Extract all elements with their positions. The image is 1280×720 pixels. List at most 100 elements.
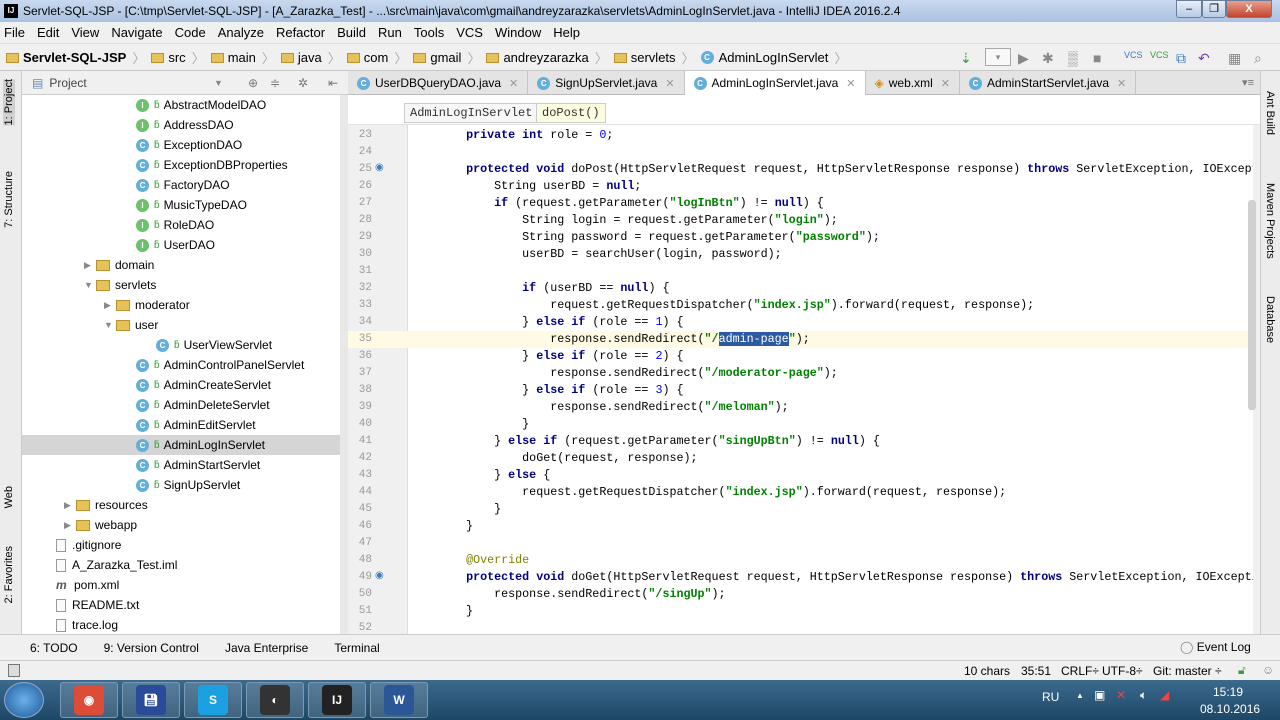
search-icon[interactable]: ⌕ <box>1254 50 1262 67</box>
breadcrumb-com[interactable]: com 〉 <box>346 48 407 67</box>
menu-run[interactable]: Run <box>378 25 402 40</box>
vcs-history-icon[interactable]: ⧉ <box>1176 50 1186 67</box>
stop-icon[interactable]: ■ <box>1093 50 1101 66</box>
code-line[interactable] <box>408 144 1253 161</box>
tree-item[interactable]: trace.log <box>22 615 118 634</box>
breadcrumb-src[interactable]: src 〉 <box>151 48 205 67</box>
menu-navigate[interactable]: Navigate <box>111 25 162 40</box>
project-panel-title[interactable]: Project <box>49 76 86 90</box>
hide-panel-icon[interactable]: ⇤ <box>328 76 338 90</box>
toolwindow-terminal[interactable]: Terminal <box>334 641 379 655</box>
code-line[interactable] <box>408 535 1253 552</box>
code-line[interactable]: } else if (role == 3) { <box>408 382 1253 399</box>
tab-database[interactable]: Database <box>1264 296 1276 343</box>
tab-project[interactable]: 1: Project <box>3 79 15 126</box>
tree-item[interactable]: .gitignore <box>22 535 121 555</box>
code-line[interactable]: protected void doGet(HttpServletRequest … <box>408 569 1253 586</box>
tree-item[interactable]: Iƃ AbstractModelDAO <box>22 95 266 115</box>
tab-ant-build[interactable]: Ant Build <box>1264 91 1276 135</box>
tab-signupservlet-java[interactable]: C SignUpServlet.java ✕ <box>528 71 685 95</box>
tray-volume-icon[interactable]: 🔈︎ <box>1140 688 1147 703</box>
tab-userdbquerydao-java[interactable]: C UserDBQueryDAO.java ✕ <box>348 71 529 95</box>
collapse-icon[interactable]: ≑ <box>270 76 280 90</box>
code-line[interactable]: String password = request.getParameter("… <box>408 229 1253 246</box>
maximize-button[interactable]: ❐ <box>1202 0 1226 18</box>
tab-structure[interactable]: 7: Structure <box>3 171 15 228</box>
taskbar-app-chrome[interactable]: ◉ <box>60 682 118 718</box>
breadcrumb-class[interactable]: AdminLogInServlet <box>404 103 539 123</box>
tray-device-icon[interactable]: ▣ <box>1094 688 1105 702</box>
tree-item[interactable]: ▶ domain <box>22 255 154 275</box>
code-line[interactable]: } else if (role == 2) { <box>408 348 1253 365</box>
close-button[interactable]: X <box>1226 0 1272 18</box>
close-tab-icon[interactable]: ✕ <box>665 77 674 90</box>
code-line[interactable] <box>408 263 1253 280</box>
code-line[interactable]: } <box>408 518 1253 535</box>
code-line[interactable]: } <box>408 501 1253 518</box>
breadcrumb-adminloginservlet[interactable]: C AdminLogInServlet 〉 <box>700 48 847 67</box>
breadcrumb-servlet-sql-jsp[interactable]: Servlet-SQL-JSP 〉 <box>6 48 145 67</box>
menu-vcs[interactable]: VCS <box>456 25 483 40</box>
tree-item[interactable]: Cƃ FactoryDAO <box>22 175 230 195</box>
tab-adminloginservlet-java[interactable]: C AdminLogInServlet.java ✕ <box>684 71 866 95</box>
menu-build[interactable]: Build <box>337 25 366 40</box>
collapse-arrow-icon[interactable]: ▼ <box>84 280 96 290</box>
tree-item[interactable]: Cƃ UserViewServlet <box>22 335 272 355</box>
tray-signal-icon[interactable]: ◢ <box>1160 688 1169 702</box>
inspector-icon[interactable]: ☺ <box>1262 663 1274 677</box>
run-config-dropdown[interactable]: ▾ <box>985 48 1011 66</box>
menu-refactor[interactable]: Refactor <box>276 25 325 40</box>
code-line[interactable]: response.sendRedirect("/meloman"); <box>408 399 1253 416</box>
tree-item[interactable]: Cƃ SignUpServlet <box>22 475 240 495</box>
code-line[interactable]: @Override <box>408 552 1253 569</box>
tree-item[interactable]: Iƃ UserDAO <box>22 235 215 255</box>
expand-arrow-icon[interactable]: ▶ <box>84 260 96 271</box>
tree-item[interactable]: Cƃ AdminLogInServlet <box>22 435 340 455</box>
close-tab-icon[interactable]: ✕ <box>846 77 855 90</box>
toolwindow-6-todo[interactable]: 6: TODO <box>30 641 78 655</box>
menu-analyze[interactable]: Analyze <box>218 25 264 40</box>
vcs-update-icon[interactable]: VCS <box>1124 50 1143 60</box>
close-tab-icon[interactable]: ✕ <box>1117 77 1126 90</box>
taskbar-app-w[interactable]: W <box>370 682 428 718</box>
code-line[interactable]: } else { <box>408 467 1253 484</box>
override-marker-icon[interactable]: ◉ <box>375 570 384 581</box>
clock-date[interactable]: 08.10.2016 <box>1200 702 1260 716</box>
close-tab-icon[interactable]: ✕ <box>509 77 518 90</box>
tree-item[interactable]: Cƃ AdminStartServlet <box>22 455 260 475</box>
code-line[interactable]: String login = request.getParameter("log… <box>408 212 1253 229</box>
menu-help[interactable]: Help <box>553 25 580 40</box>
code-line[interactable]: } <box>408 603 1253 620</box>
locate-icon[interactable]: ⊕ <box>248 76 258 90</box>
tab-web-xml[interactable]: ◈ web.xml ✕ <box>866 71 960 95</box>
build-icon[interactable]: ⇣ <box>960 50 972 67</box>
taskbar-app-obs[interactable]: ◐ <box>246 682 304 718</box>
code-line[interactable]: doGet(request, response); <box>408 450 1253 467</box>
tree-item[interactable]: Iƃ AddressDAO <box>22 115 234 135</box>
debug-icon[interactable]: ✱ <box>1042 50 1054 67</box>
caret-position[interactable]: 35:51 <box>1021 664 1051 678</box>
clock-time[interactable]: 15:19 <box>1213 685 1243 699</box>
git-branch[interactable]: Git: master ÷ <box>1153 664 1222 678</box>
tree-item[interactable]: Iƃ RoleDAO <box>22 215 214 235</box>
settings-gear-icon[interactable]: ✲ <box>298 76 308 90</box>
tab-adminstartservlet-java[interactable]: C AdminStartServlet.java ✕ <box>960 71 1137 95</box>
code-line[interactable]: private int role = 0; <box>408 127 1253 144</box>
expand-arrow-icon[interactable]: ▶ <box>104 300 116 311</box>
toolwindow-9-version-control[interactable]: 9: Version Control <box>104 641 199 655</box>
toolwindow-java-enterprise[interactable]: Java Enterprise <box>225 641 308 655</box>
tree-item[interactable]: Cƃ ExceptionDAO <box>22 135 242 155</box>
expand-arrow-icon[interactable]: ▶ <box>64 520 76 531</box>
menu-file[interactable]: File <box>4 25 25 40</box>
tree-item[interactable]: ▶ moderator <box>22 295 190 315</box>
override-marker-icon[interactable]: ◉ <box>375 162 384 173</box>
code-line[interactable]: request.getRequestDispatcher("index.jsp"… <box>408 297 1253 314</box>
tree-item[interactable]: Cƃ AdminDeleteServlet <box>22 395 270 415</box>
collapse-arrow-icon[interactable]: ▼ <box>104 320 116 330</box>
tab-web[interactable]: Web <box>3 486 15 508</box>
tray-expand-icon[interactable]: ▲ <box>1076 691 1084 700</box>
breadcrumb-java[interactable]: java 〉 <box>280 48 341 67</box>
code-line[interactable]: } else if (request.getParameter("singUpB… <box>408 433 1253 450</box>
tree-item[interactable]: ▶ resources <box>22 495 148 515</box>
tray-network-icon[interactable]: ✕ <box>1116 688 1126 702</box>
